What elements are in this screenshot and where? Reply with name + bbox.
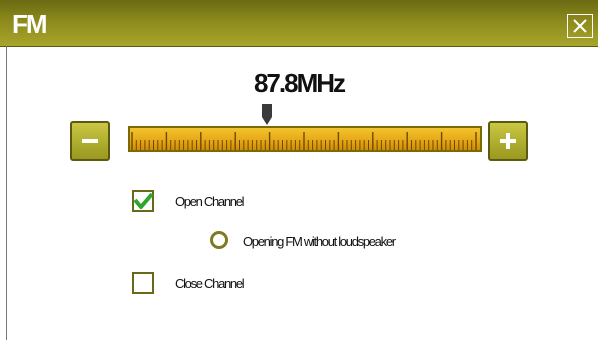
open-channel-checkbox[interactable]	[132, 190, 154, 212]
window-title: FM	[12, 9, 48, 39]
frequency-display: 87.8MHz	[253, 68, 346, 98]
frequency-scale[interactable]	[128, 126, 482, 152]
close-channel-label[interactable]: Close Channel	[175, 276, 245, 291]
close-button[interactable]	[567, 14, 593, 38]
opening-fm-without-loudspeaker-radio[interactable]	[210, 231, 228, 249]
plus-icon	[500, 133, 516, 149]
opening-fm-without-loudspeaker-label[interactable]: Opening FM without loudspeaker	[243, 234, 396, 249]
frequency-pointer-icon[interactable]	[260, 104, 274, 126]
checkmark-icon	[133, 192, 154, 209]
open-channel-label[interactable]: Open Channel	[175, 194, 245, 209]
frequency-scale-ticks	[131, 132, 477, 150]
title-bar: FM	[0, 0, 598, 47]
increase-frequency-button[interactable]	[488, 121, 528, 161]
decrease-frequency-button[interactable]	[70, 121, 110, 161]
close-icon	[573, 19, 587, 33]
minus-icon	[82, 139, 98, 143]
fm-window: FM 87.8MHz Open Channel Opening FM witho…	[0, 0, 598, 340]
close-channel-checkbox[interactable]	[132, 272, 154, 294]
